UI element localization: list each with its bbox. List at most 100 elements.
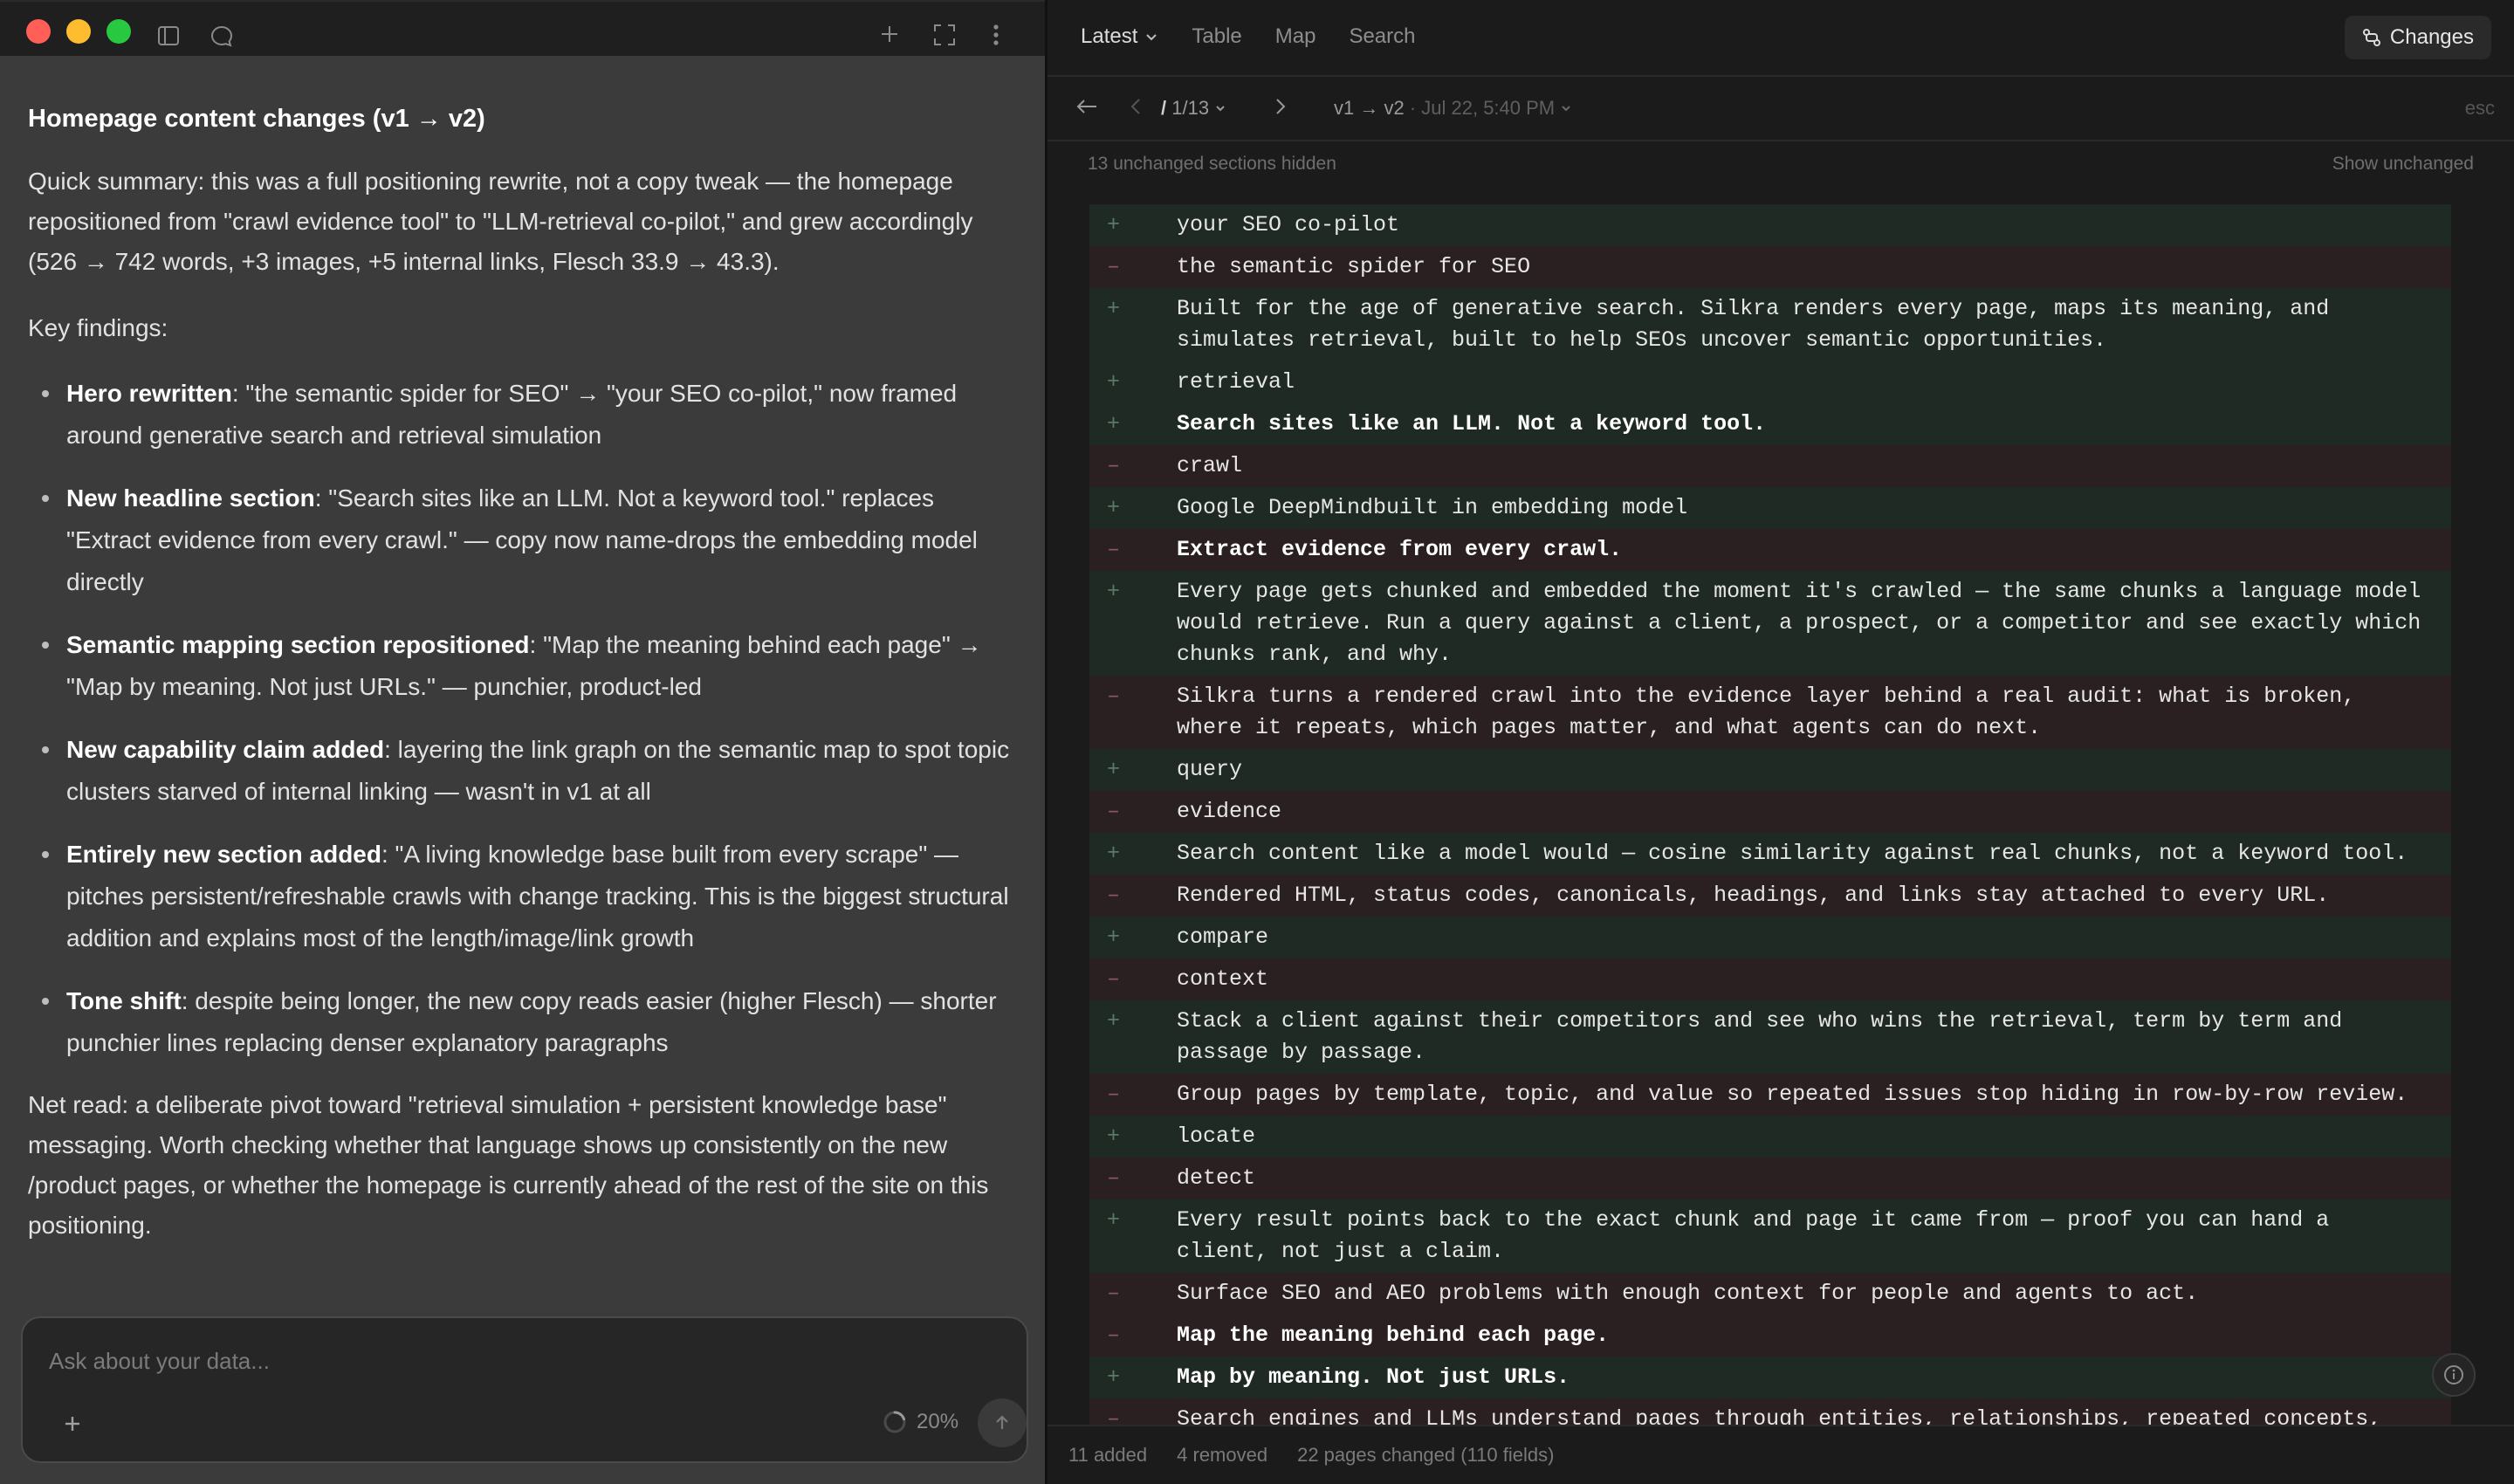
net-read-paragraph: Net read: a deliberate pivot toward "ret… (28, 1091, 989, 1239)
prev-page-icon[interactable] (1130, 97, 1142, 121)
added-count: 11 added (1068, 1444, 1148, 1466)
minus-marker: – (1107, 684, 1121, 709)
chat-input[interactable] (47, 1343, 924, 1379)
diff-row-text: compare (1177, 924, 1269, 950)
findings-list: Hero rewritten: "the semantic spider for… (28, 373, 1017, 1064)
diff-row-text: Every page gets chunked and embedded the… (1177, 579, 2435, 667)
tab-latest[interactable]: Latest (1081, 24, 1158, 49)
tab-map[interactable]: Map (1275, 24, 1316, 49)
diff-row-added: + locate (1089, 1116, 2451, 1158)
diff-row-added: + Stack a client against their competitor… (1089, 1000, 2451, 1074)
new-chat-icon[interactable] (878, 23, 901, 45)
diff-row-text: Search sites like an LLM. Not a keyword … (1177, 411, 1767, 436)
info-icon[interactable] (2432, 1353, 2476, 1397)
more-menu-icon[interactable] (992, 23, 1000, 47)
context-usage: 20% (882, 1409, 958, 1435)
diff-row-removed: – Surface SEO and AEO problems with enoug… (1089, 1273, 2451, 1315)
diff-row-removed: – crawl (1089, 445, 2451, 487)
tab-search[interactable]: Search (1349, 24, 1415, 49)
diff-row-text: Search content like a model would — cosi… (1177, 841, 2408, 866)
diff-row-text: Stack a client against their competitors… (1177, 1008, 2356, 1065)
page-selector[interactable]: / 1/13 (1161, 97, 1226, 120)
context-usage-label: 20% (917, 1410, 959, 1433)
fullscreen-icon[interactable] (932, 23, 957, 47)
changes-button[interactable]: Changes (2344, 16, 2491, 59)
tab-table[interactable]: Table (1192, 24, 1241, 49)
diff-row-removed: – evidence (1089, 791, 2451, 833)
diff-row-added: + Every page gets chunked and embedded th… (1089, 571, 2451, 676)
chevron-down-icon (1562, 106, 1570, 112)
finding-item: Tone shift: despite being longer, the ne… (42, 980, 1017, 1064)
finding-head: New headline section (66, 484, 315, 512)
hidden-sections-bar: 13 unchanged sections hidden Show unchan… (1088, 154, 2474, 175)
diff-row-removed: – Search engines and LLMs understand page… (1089, 1398, 2451, 1426)
diff-row-added: + Every result points back to the exact c… (1089, 1199, 2451, 1273)
tab-label: Latest (1081, 24, 1138, 48)
finding-head: Tone shift (66, 987, 182, 1014)
message-title: Homepage content changes (v1 → v2) (28, 105, 485, 133)
minus-marker: – (1107, 1165, 1121, 1191)
minus-marker: – (1107, 1281, 1121, 1306)
diff-row-added: + query (1089, 749, 2451, 791)
removed-count: 4 removed (1177, 1444, 1268, 1466)
chevron-down-icon (1146, 34, 1157, 41)
maximize-window-button[interactable] (106, 19, 131, 44)
view-tabs: Latest Table Map Search (1081, 24, 1416, 49)
diff-row-text: Map the meaning behind each page. (1177, 1323, 1610, 1348)
send-button[interactable] (978, 1398, 1027, 1447)
plus-marker: + (1107, 757, 1121, 782)
version-selector[interactable]: v1 → v2 · Jul 22, 5:40 PM (1334, 97, 1572, 120)
progress-ring-icon (883, 1411, 906, 1433)
window-controls (26, 19, 131, 44)
diff-row-text: Search engines and LLMs understand pages… (1177, 1406, 2382, 1426)
diff-row-text: Google DeepMindbuilt in embedding model (1177, 495, 1688, 520)
show-unchanged-button[interactable]: Show unchanged (2332, 154, 2474, 175)
chat-pane: Homepage content changes (v1 → v2) Quick… (0, 0, 1048, 1484)
page-indicator: 1/13 (1171, 97, 1210, 119)
minimize-window-button[interactable] (66, 19, 91, 44)
sidebar-toggle-icon[interactable] (157, 24, 180, 47)
diff-row-text: retrieval (1177, 369, 1295, 395)
minus-marker: – (1107, 537, 1121, 562)
diff-row-removed: – Group pages by template, topic, and val… (1089, 1074, 2451, 1116)
finding-head: New capability claim added (66, 736, 385, 763)
back-arrow-icon[interactable] (1075, 97, 1098, 121)
minus-marker: – (1107, 883, 1121, 908)
plus-marker: + (1107, 924, 1121, 950)
esc-hint: esc (2464, 97, 2495, 119)
plus-marker: + (1107, 841, 1121, 866)
next-page-icon[interactable] (1274, 97, 1287, 121)
finding-item: New headline section: "Search sites like… (42, 477, 1017, 603)
diff-navigation: / 1/13 v1 → v2 · Jul 22, 5:40 PM esc (1048, 77, 2514, 141)
close-window-button[interactable] (26, 19, 51, 44)
version-date: · Jul 22, 5:40 PM (1409, 97, 1556, 119)
finding-item: Hero rewritten: "the semantic spider for… (42, 373, 1017, 457)
diff-row-text: Built for the age of generative search. … (1177, 296, 2343, 353)
diff-pane: Latest Table Map Search Changes / 1/13 v… (1048, 0, 2514, 1484)
diff-row-text: evidence (1177, 799, 1282, 824)
diff-row-removed: – context (1089, 958, 2451, 1000)
minus-marker: – (1107, 1082, 1121, 1107)
diff-row-removed: – Extract evidence from every crawl. (1089, 529, 2451, 571)
plus-marker: + (1107, 296, 1121, 321)
finding-head: Hero rewritten (66, 380, 232, 407)
attach-plus-icon[interactable] (61, 1411, 84, 1440)
diff-row-text: query (1177, 757, 1243, 782)
finding-item: Semantic mapping section repositioned: "… (42, 624, 1017, 708)
plus-marker: + (1107, 1207, 1121, 1233)
diff-row-added: + retrieval (1089, 361, 2451, 403)
diff-row-added: + Map by meaning. Not just URLs. (1089, 1357, 2451, 1398)
plus-marker: + (1107, 369, 1121, 395)
finding-item: Entirely new section added: "A living kn… (42, 834, 1017, 959)
chat-bubble-icon[interactable] (210, 24, 234, 49)
diff-row-removed: – Silkra turns a rendered crawl into the … (1089, 676, 2451, 749)
diff-row-text: Rendered HTML, status codes, canonicals,… (1177, 883, 2330, 908)
diff-row-text: Every result points back to the exact ch… (1177, 1207, 2343, 1264)
key-findings-label: Key findings: (28, 314, 168, 341)
diff-row-removed: – Map the meaning behind each page. (1089, 1315, 2451, 1357)
changes-label: Changes (2389, 25, 2474, 49)
plus-marker: + (1107, 579, 1121, 604)
diff-row-added: + compare (1089, 917, 2451, 958)
app-window: Homepage content changes (v1 → v2) Quick… (0, 0, 2514, 1484)
minus-marker: – (1107, 1406, 1121, 1426)
